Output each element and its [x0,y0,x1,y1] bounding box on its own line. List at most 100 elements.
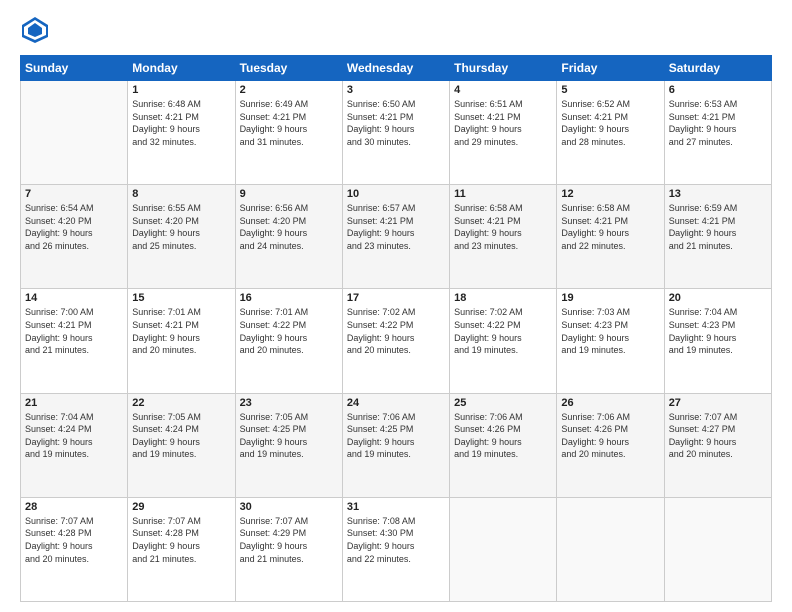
calendar-cell: 29Sunrise: 7:07 AM Sunset: 4:28 PM Dayli… [128,497,235,601]
day-number: 6 [669,84,767,96]
calendar-cell: 7Sunrise: 6:54 AM Sunset: 4:20 PM Daylig… [21,185,128,289]
logo [20,15,54,45]
calendar-cell: 25Sunrise: 7:06 AM Sunset: 4:26 PM Dayli… [450,393,557,497]
calendar-cell: 6 Sunrise: 6:53 AM Sunset: 4:21 PM Daylig… [664,81,771,185]
day-number: 8 [132,188,230,200]
calendar-week-row: 7Sunrise: 6:54 AM Sunset: 4:20 PM Daylig… [21,185,772,289]
day-number: 31 [347,501,445,513]
day-number: 12 [561,188,659,200]
day-info: Sunrise: 6:51 AM Sunset: 4:21 PM Dayligh… [454,98,552,148]
day-number: 19 [561,292,659,304]
day-number: 23 [240,397,338,409]
calendar-week-row: 14Sunrise: 7:00 AM Sunset: 4:21 PM Dayli… [21,289,772,393]
calendar-cell: 5 Sunrise: 6:52 AM Sunset: 4:21 PM Daylig… [557,81,664,185]
day-info: Sunrise: 7:04 AM Sunset: 4:24 PM Dayligh… [25,411,123,461]
day-info: Sunrise: 6:59 AM Sunset: 4:21 PM Dayligh… [669,202,767,252]
day-info: Sunrise: 6:57 AM Sunset: 4:21 PM Dayligh… [347,202,445,252]
calendar-cell [21,81,128,185]
calendar-col-sunday: Sunday [21,56,128,81]
calendar-col-thursday: Thursday [450,56,557,81]
day-info: Sunrise: 6:54 AM Sunset: 4:20 PM Dayligh… [25,202,123,252]
day-info: Sunrise: 7:01 AM Sunset: 4:22 PM Dayligh… [240,306,338,356]
day-info: Sunrise: 7:05 AM Sunset: 4:25 PM Dayligh… [240,411,338,461]
day-number: 3 [347,84,445,96]
calendar-week-row: 1 Sunrise: 6:48 AM Sunset: 4:21 PM Daylig… [21,81,772,185]
day-info: Sunrise: 7:07 AM Sunset: 4:27 PM Dayligh… [669,411,767,461]
calendar-col-friday: Friday [557,56,664,81]
calendar-table: SundayMondayTuesdayWednesdayThursdayFrid… [20,55,772,602]
day-number: 15 [132,292,230,304]
calendar-cell: 31 Sunrise: 7:08 AM Sunset: 4:30 PM Dayli… [342,497,449,601]
day-number: 29 [132,501,230,513]
calendar-week-row: 28Sunrise: 7:07 AM Sunset: 4:28 PM Dayli… [21,497,772,601]
calendar-cell: 20 Sunrise: 7:04 AM Sunset: 4:23 PM Dayli… [664,289,771,393]
calendar-cell: 4 Sunrise: 6:51 AM Sunset: 4:21 PM Daylig… [450,81,557,185]
day-number: 10 [347,188,445,200]
page: SundayMondayTuesdayWednesdayThursdayFrid… [0,0,792,612]
calendar-cell: 8 Sunrise: 6:55 AM Sunset: 4:20 PM Daylig… [128,185,235,289]
day-info: Sunrise: 7:03 AM Sunset: 4:23 PM Dayligh… [561,306,659,356]
day-number: 1 [132,84,230,96]
calendar-cell: 10 Sunrise: 6:57 AM Sunset: 4:21 PM Dayli… [342,185,449,289]
day-number: 18 [454,292,552,304]
day-number: 27 [669,397,767,409]
calendar-cell: 13Sunrise: 6:59 AM Sunset: 4:21 PM Dayli… [664,185,771,289]
calendar-cell [557,497,664,601]
day-number: 21 [25,397,123,409]
calendar-col-tuesday: Tuesday [235,56,342,81]
day-info: Sunrise: 6:58 AM Sunset: 4:21 PM Dayligh… [454,202,552,252]
day-info: Sunrise: 6:55 AM Sunset: 4:20 PM Dayligh… [132,202,230,252]
day-number: 17 [347,292,445,304]
day-info: Sunrise: 7:02 AM Sunset: 4:22 PM Dayligh… [454,306,552,356]
day-info: Sunrise: 6:53 AM Sunset: 4:21 PM Dayligh… [669,98,767,148]
day-info: Sunrise: 7:07 AM Sunset: 4:28 PM Dayligh… [25,515,123,565]
calendar-cell: 21 Sunrise: 7:04 AM Sunset: 4:24 PM Dayli… [21,393,128,497]
calendar-col-wednesday: Wednesday [342,56,449,81]
day-info: Sunrise: 7:08 AM Sunset: 4:30 PM Dayligh… [347,515,445,565]
calendar-cell: 28Sunrise: 7:07 AM Sunset: 4:28 PM Dayli… [21,497,128,601]
calendar-cell: 11 Sunrise: 6:58 AM Sunset: 4:21 PM Dayli… [450,185,557,289]
calendar-cell: 23 Sunrise: 7:05 AM Sunset: 4:25 PM Dayli… [235,393,342,497]
logo-icon [20,15,50,45]
calendar-cell: 12 Sunrise: 6:58 AM Sunset: 4:21 PM Dayli… [557,185,664,289]
day-number: 25 [454,397,552,409]
day-info: Sunrise: 7:04 AM Sunset: 4:23 PM Dayligh… [669,306,767,356]
day-number: 22 [132,397,230,409]
calendar-cell: 14Sunrise: 7:00 AM Sunset: 4:21 PM Dayli… [21,289,128,393]
calendar-cell: 22 Sunrise: 7:05 AM Sunset: 4:24 PM Dayli… [128,393,235,497]
day-info: Sunrise: 6:49 AM Sunset: 4:21 PM Dayligh… [240,98,338,148]
calendar-cell: 2 Sunrise: 6:49 AM Sunset: 4:21 PM Daylig… [235,81,342,185]
day-number: 2 [240,84,338,96]
day-info: Sunrise: 7:06 AM Sunset: 4:26 PM Dayligh… [561,411,659,461]
day-info: Sunrise: 6:48 AM Sunset: 4:21 PM Dayligh… [132,98,230,148]
calendar-cell: 26Sunrise: 7:06 AM Sunset: 4:26 PM Dayli… [557,393,664,497]
calendar-cell [664,497,771,601]
day-number: 11 [454,188,552,200]
calendar-cell: 3 Sunrise: 6:50 AM Sunset: 4:21 PM Daylig… [342,81,449,185]
day-info: Sunrise: 6:50 AM Sunset: 4:21 PM Dayligh… [347,98,445,148]
calendar-week-row: 21 Sunrise: 7:04 AM Sunset: 4:24 PM Dayli… [21,393,772,497]
calendar-cell: 16Sunrise: 7:01 AM Sunset: 4:22 PM Dayli… [235,289,342,393]
day-info: Sunrise: 6:58 AM Sunset: 4:21 PM Dayligh… [561,202,659,252]
day-number: 20 [669,292,767,304]
calendar-cell: 15Sunrise: 7:01 AM Sunset: 4:21 PM Dayli… [128,289,235,393]
day-info: Sunrise: 6:52 AM Sunset: 4:21 PM Dayligh… [561,98,659,148]
day-info: Sunrise: 7:05 AM Sunset: 4:24 PM Dayligh… [132,411,230,461]
calendar-col-saturday: Saturday [664,56,771,81]
day-number: 14 [25,292,123,304]
calendar-cell: 1 Sunrise: 6:48 AM Sunset: 4:21 PM Daylig… [128,81,235,185]
day-info: Sunrise: 7:07 AM Sunset: 4:29 PM Dayligh… [240,515,338,565]
calendar-cell: 24 Sunrise: 7:06 AM Sunset: 4:25 PM Dayli… [342,393,449,497]
day-number: 5 [561,84,659,96]
calendar-cell: 9Sunrise: 6:56 AM Sunset: 4:20 PM Daylig… [235,185,342,289]
calendar-cell: 17Sunrise: 7:02 AM Sunset: 4:22 PM Dayli… [342,289,449,393]
day-number: 30 [240,501,338,513]
calendar-cell: 27 Sunrise: 7:07 AM Sunset: 4:27 PM Dayli… [664,393,771,497]
day-info: Sunrise: 7:06 AM Sunset: 4:25 PM Dayligh… [347,411,445,461]
day-number: 24 [347,397,445,409]
calendar-cell: 19 Sunrise: 7:03 AM Sunset: 4:23 PM Dayli… [557,289,664,393]
calendar-col-monday: Monday [128,56,235,81]
calendar-cell [450,497,557,601]
day-number: 4 [454,84,552,96]
day-info: Sunrise: 6:56 AM Sunset: 4:20 PM Dayligh… [240,202,338,252]
